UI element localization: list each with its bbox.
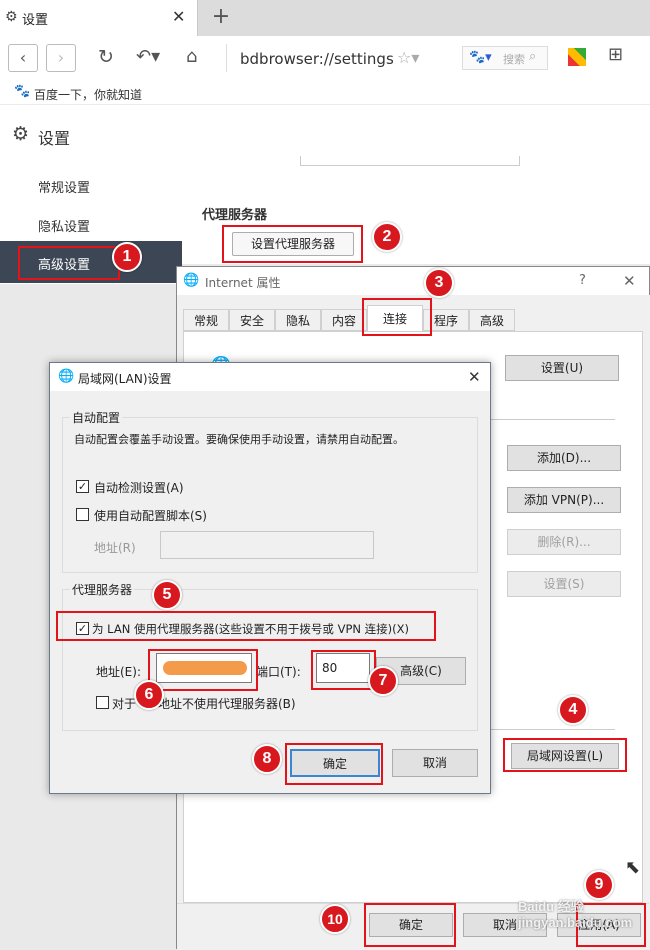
auto-config-description: 自动配置会覆盖手动设置。要确保使用手动设置，请禁用自动配置。 bbox=[74, 433, 404, 446]
auto-detect-label: 自动检测设置(A) bbox=[94, 481, 184, 495]
highlight-box bbox=[56, 611, 436, 641]
step-badge-1: 1 bbox=[112, 242, 142, 272]
step-badge-6: 6 bbox=[134, 680, 164, 710]
tab-privacy[interactable]: 隐私 bbox=[275, 309, 321, 331]
tab-title: 设置 bbox=[22, 13, 49, 28]
setup-button[interactable]: 设置(U) bbox=[505, 355, 619, 381]
tab-advanced[interactable]: 高级 bbox=[469, 309, 515, 331]
step-badge-5: 5 bbox=[152, 580, 182, 610]
dialog-body: 自动配置 自动配置会覆盖手动设置。要确保使用手动设置，请禁用自动配置。 ✓ 自动… bbox=[50, 391, 490, 793]
step-badge-2: 2 bbox=[372, 222, 402, 252]
step-badge-8: 8 bbox=[252, 744, 282, 774]
close-icon[interactable]: ✕ bbox=[623, 272, 636, 290]
search-icon[interactable]: ⌕ bbox=[529, 49, 536, 64]
highlight-box bbox=[18, 246, 120, 280]
bypass-prefix: 对于 bbox=[112, 697, 137, 711]
baidu-paw-icon: 🐾 bbox=[14, 84, 31, 99]
app-icon[interactable] bbox=[568, 48, 586, 66]
nav-bar: ‹ › ↻ ↶▾ ⌂ bdbrowser://settings ☆▾ 🐾▾ 搜索… bbox=[0, 36, 650, 82]
step-badge-10: 10 bbox=[320, 904, 350, 934]
add-vpn-button[interactable]: 添加 VPN(P)... bbox=[507, 487, 621, 513]
divider bbox=[226, 44, 227, 72]
divider bbox=[491, 419, 615, 420]
proxy-group-label: 代理服务器 bbox=[70, 581, 135, 598]
step-badge-3: 3 bbox=[424, 268, 454, 298]
step-badge-4: 4 bbox=[558, 695, 588, 725]
lan-settings-dialog: 🌐 局域网(LAN)设置 ✕ 自动配置 自动配置会覆盖手动设置。要确保使用手动设… bbox=[49, 362, 491, 794]
page-title: 设置 bbox=[38, 129, 71, 148]
step-badge-7: 7 bbox=[368, 666, 398, 696]
tab-bar: ⚙ 设置 ✕ + bbox=[0, 0, 650, 36]
lan-cancel-button[interactable]: 取消 bbox=[392, 749, 478, 777]
back-button[interactable]: ‹ bbox=[8, 44, 38, 72]
script-address-label: 地址(R) bbox=[94, 541, 136, 555]
divider bbox=[491, 729, 615, 730]
address-bar[interactable]: bdbrowser://settings bbox=[240, 50, 394, 68]
bookmark-bar: 🐾 百度一下，你就知道 bbox=[0, 82, 650, 104]
sidebar-item-privacy[interactable]: 隐私设置 bbox=[38, 216, 90, 235]
settings-gear-icon: ⚙ bbox=[12, 123, 30, 145]
highlight-box bbox=[285, 743, 383, 785]
use-script-checkbox[interactable] bbox=[76, 508, 89, 521]
home-icon[interactable]: ⌂ bbox=[186, 46, 197, 67]
highlight-box bbox=[222, 225, 363, 263]
bookmark-baidu[interactable]: 百度一下，你就知道 bbox=[34, 86, 142, 103]
highlight-box bbox=[148, 649, 258, 691]
settings-header: ⚙ 设置 bbox=[0, 104, 650, 164]
tab-security[interactable]: 安全 bbox=[229, 309, 275, 331]
bypass-label: 地址不使用代理服务器(B) bbox=[158, 697, 296, 711]
bypass-local-checkbox[interactable] bbox=[96, 696, 109, 709]
sidebar-item-general[interactable]: 常规设置 bbox=[38, 177, 90, 196]
dialog-title: 局域网(LAN)设置 bbox=[78, 372, 172, 386]
tab-general[interactable]: 常规 bbox=[183, 309, 229, 331]
search-placeholder: 搜索 bbox=[503, 53, 525, 66]
add-button[interactable]: 添加(D)... bbox=[507, 445, 621, 471]
auto-detect-checkbox[interactable]: ✓ bbox=[76, 480, 89, 493]
new-tab-button[interactable]: + bbox=[204, 4, 238, 32]
connection-settings-button[interactable]: 设置(S) bbox=[507, 571, 621, 597]
close-tab-icon[interactable]: ✕ bbox=[172, 7, 185, 26]
proxy-section-title: 代理服务器 bbox=[202, 208, 268, 223]
search-box[interactable]: 🐾▾ 搜索 ⌕ bbox=[462, 46, 548, 70]
tab-settings[interactable]: ⚙ 设置 ✕ bbox=[0, 0, 198, 36]
help-icon[interactable]: ? bbox=[579, 273, 586, 288]
dialog-title: Internet 属性 bbox=[205, 276, 281, 290]
scroll-remnant bbox=[300, 156, 520, 166]
port-label: 端口(T): bbox=[256, 665, 301, 679]
use-script-label: 使用自动配置脚本(S) bbox=[94, 509, 207, 523]
forward-button[interactable]: › bbox=[46, 44, 76, 72]
watermark: Baidu 经验 jingyan.baidu.com bbox=[518, 899, 633, 930]
extensions-icon[interactable]: ⊞ bbox=[608, 44, 623, 65]
tab-content[interactable]: 内容 bbox=[321, 309, 367, 331]
script-address-input[interactable] bbox=[160, 531, 374, 559]
undo-close-icon[interactable]: ↶▾ bbox=[136, 46, 160, 67]
highlight-box bbox=[311, 650, 376, 690]
reload-icon[interactable]: ↻ bbox=[98, 46, 114, 68]
globe-icon: 🌐 bbox=[58, 369, 75, 384]
baidu-paw-icon: 🐾▾ bbox=[469, 50, 492, 65]
gear-icon: ⚙ bbox=[5, 9, 18, 25]
auto-config-label: 自动配置 bbox=[70, 409, 123, 426]
globe-icon: 🌐 bbox=[183, 273, 200, 288]
mouse-cursor-icon: ⬉ bbox=[625, 857, 641, 878]
highlight-box bbox=[364, 903, 456, 947]
star-icon[interactable]: ☆▾ bbox=[397, 48, 419, 67]
proxy-address-label: 地址(E): bbox=[96, 665, 141, 679]
highlight-box bbox=[503, 738, 627, 772]
close-icon[interactable]: ✕ bbox=[468, 368, 481, 386]
remove-button[interactable]: 删除(R)... bbox=[507, 529, 621, 555]
highlight-box bbox=[362, 298, 432, 336]
